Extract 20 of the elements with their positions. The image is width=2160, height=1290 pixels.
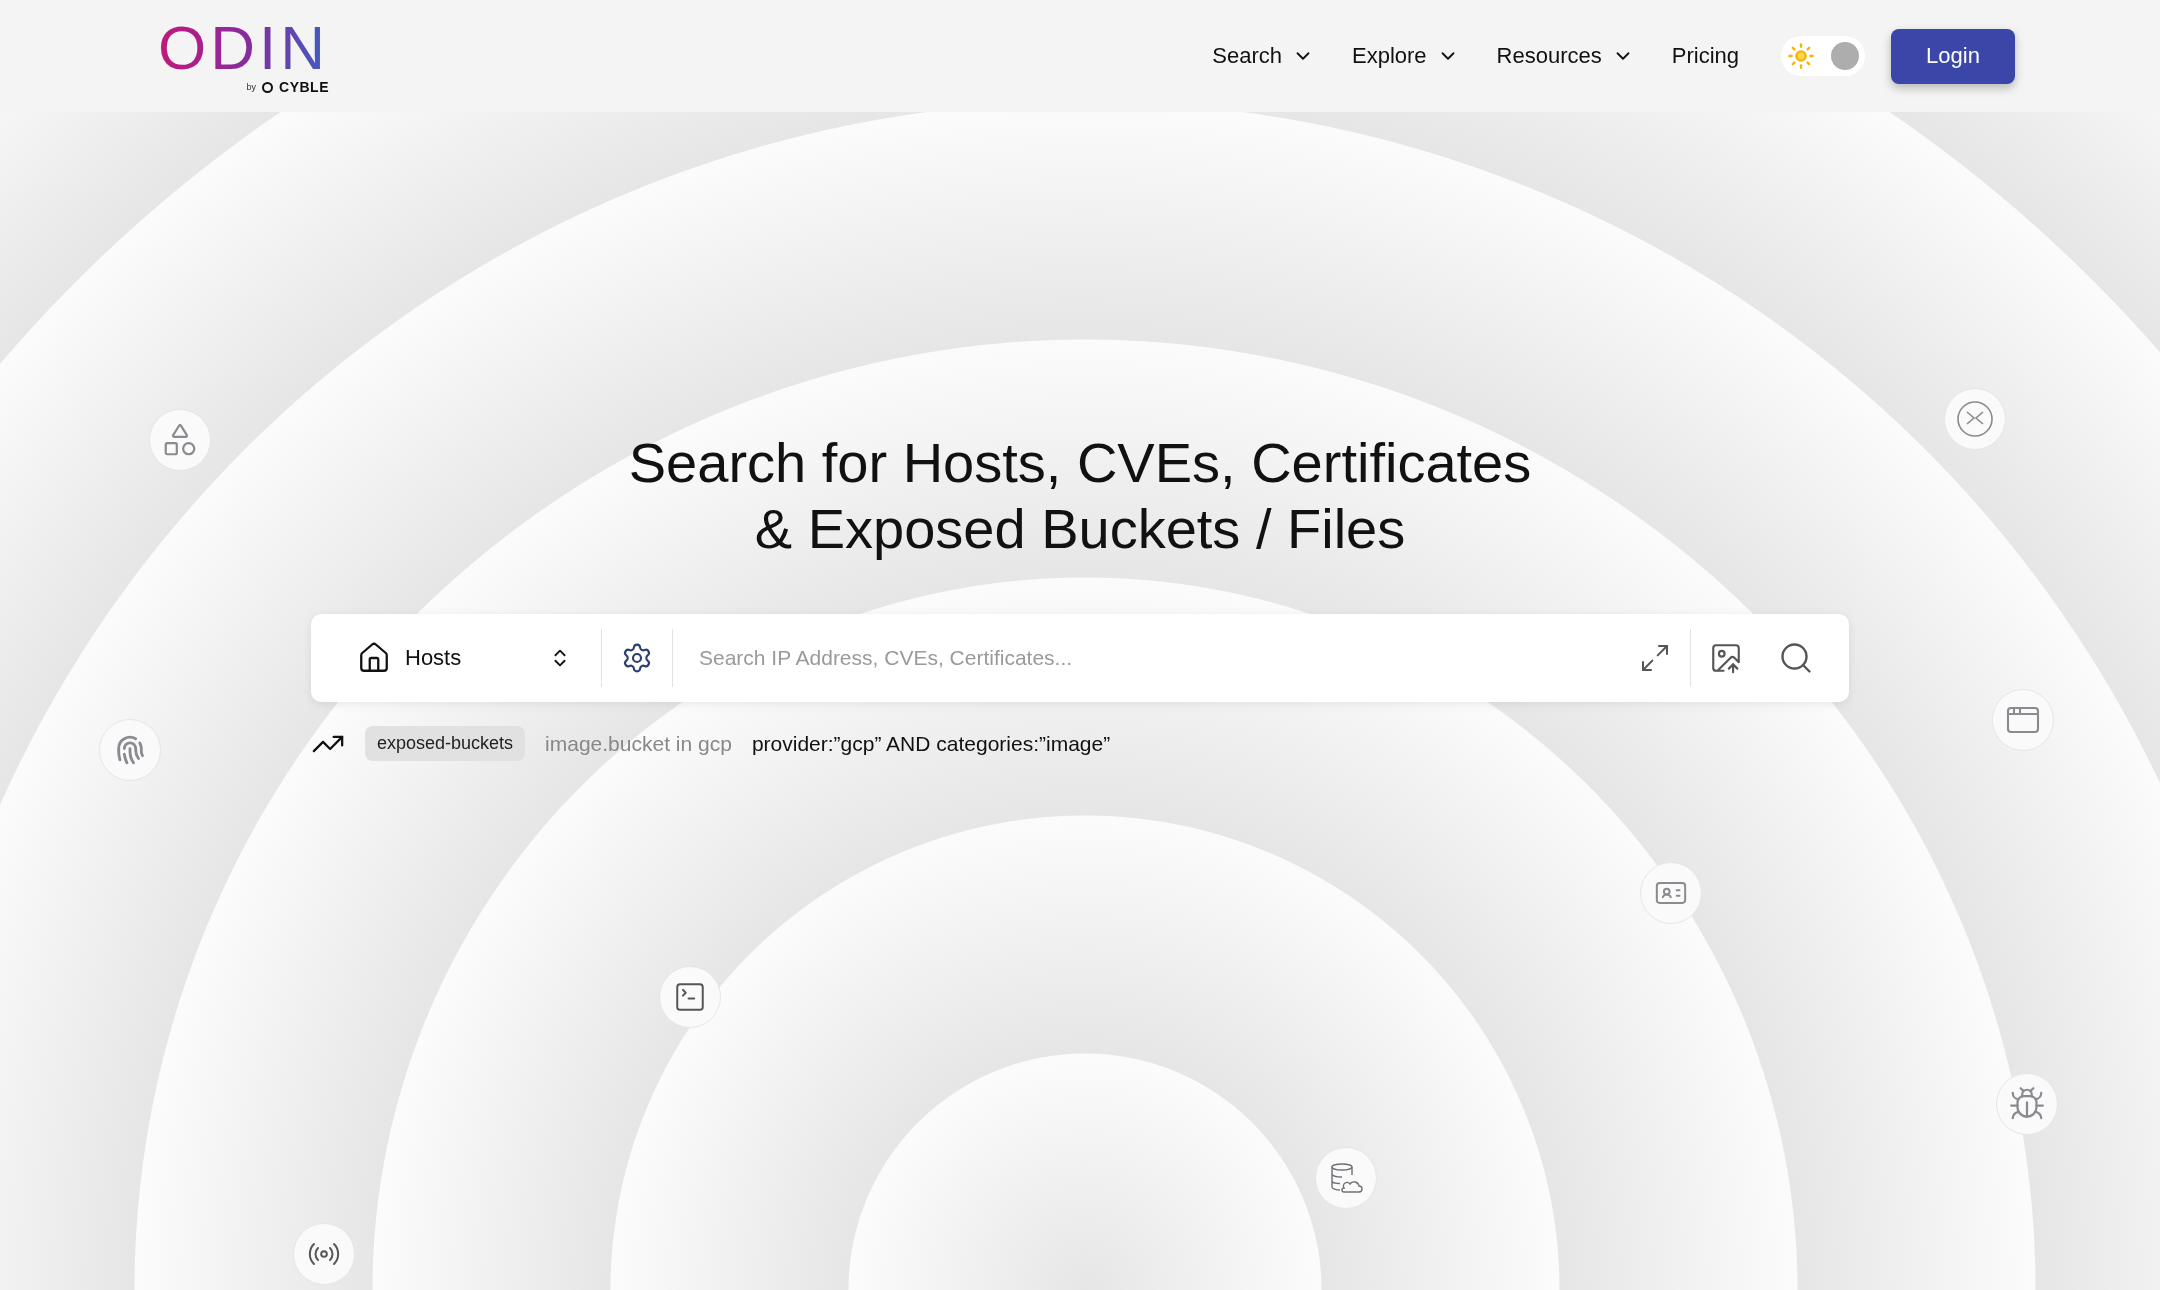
trending-tag[interactable]: exposed-buckets — [365, 726, 526, 761]
trending-query[interactable]: provider:”gcp” AND categories:”image” — [751, 731, 1111, 756]
scope-select[interactable]: Hosts — [311, 614, 601, 702]
trending-label: image.bucket in gcp — [545, 731, 732, 756]
expand-icon — [1639, 642, 1671, 674]
nav-link[interactable]: Explore — [1352, 43, 1459, 69]
hero-title: Search for Hosts, CVEs, Certificates & Exposed Buckets / Files — [628, 430, 1532, 562]
login-button[interactable]: Login — [1891, 28, 2015, 84]
nav-link[interactable]: Pricing — [1671, 43, 1739, 69]
sun-icon — [1787, 42, 1815, 70]
theme-toggle[interactable] — [1781, 36, 1865, 76]
image-upload-icon — [1709, 641, 1743, 675]
house-icon — [357, 641, 391, 675]
logo-brand: CYBLE — [279, 79, 329, 95]
settings-icon — [621, 642, 653, 674]
search-icon — [1778, 640, 1814, 676]
logo-by: by — [246, 82, 257, 92]
cyble-mark-icon — [262, 81, 274, 93]
nav-link[interactable]: Search — [1212, 43, 1314, 69]
nav-link[interactable]: Resources — [1496, 43, 1634, 69]
